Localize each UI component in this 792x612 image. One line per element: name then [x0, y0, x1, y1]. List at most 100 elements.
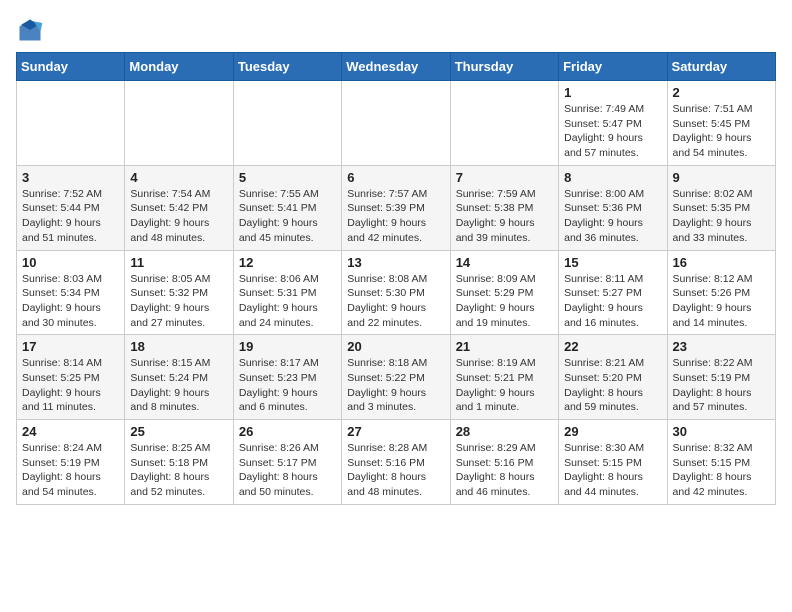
day-number: 19	[239, 339, 336, 354]
day-detail: Sunrise: 8:29 AMSunset: 5:16 PMDaylight:…	[456, 441, 553, 500]
day-number: 15	[564, 255, 661, 270]
day-detail: Sunrise: 8:09 AMSunset: 5:29 PMDaylight:…	[456, 272, 553, 331]
day-detail: Sunrise: 8:32 AMSunset: 5:15 PMDaylight:…	[673, 441, 770, 500]
calendar-cell: 16 Sunrise: 8:12 AMSunset: 5:26 PMDayligh…	[667, 250, 775, 335]
calendar-week-1: 1 Sunrise: 7:49 AMSunset: 5:47 PMDaylight…	[17, 81, 776, 166]
day-number: 27	[347, 424, 444, 439]
day-number: 7	[456, 170, 553, 185]
day-detail: Sunrise: 8:14 AMSunset: 5:25 PMDaylight:…	[22, 356, 119, 415]
calendar-week-3: 10 Sunrise: 8:03 AMSunset: 5:34 PMDayligh…	[17, 250, 776, 335]
day-number: 23	[673, 339, 770, 354]
calendar-cell: 11 Sunrise: 8:05 AMSunset: 5:32 PMDayligh…	[125, 250, 233, 335]
day-number: 9	[673, 170, 770, 185]
calendar-cell: 25 Sunrise: 8:25 AMSunset: 5:18 PMDayligh…	[125, 420, 233, 505]
day-detail: Sunrise: 7:49 AMSunset: 5:47 PMDaylight:…	[564, 102, 661, 161]
calendar-cell: 4Sunrise: 7:54 AMSunset: 5:42 PMDaylight…	[125, 165, 233, 250]
calendar-cell: 7 Sunrise: 7:59 AMSunset: 5:38 PMDaylight…	[450, 165, 558, 250]
day-number: 16	[673, 255, 770, 270]
calendar-cell: 30Sunrise: 8:32 AMSunset: 5:15 PMDayligh…	[667, 420, 775, 505]
day-number: 2	[673, 85, 770, 100]
day-number: 28	[456, 424, 553, 439]
day-number: 17	[22, 339, 119, 354]
day-number: 11	[130, 255, 227, 270]
calendar-cell: 10 Sunrise: 8:03 AMSunset: 5:34 PMDayligh…	[17, 250, 125, 335]
calendar-cell: 26 Sunrise: 8:26 AMSunset: 5:17 PMDayligh…	[233, 420, 341, 505]
day-detail: Sunrise: 7:52 AMSunset: 5:44 PMDaylight:…	[22, 187, 119, 246]
day-number: 25	[130, 424, 227, 439]
calendar-cell	[450, 81, 558, 166]
calendar-cell	[342, 81, 450, 166]
calendar-cell: 14 Sunrise: 8:09 AMSunset: 5:29 PMDayligh…	[450, 250, 558, 335]
calendar-cell: 18 Sunrise: 8:15 AMSunset: 5:24 PMDayligh…	[125, 335, 233, 420]
day-number: 29	[564, 424, 661, 439]
calendar-header-sunday: Sunday	[17, 53, 125, 81]
calendar-header-tuesday: Tuesday	[233, 53, 341, 81]
calendar-cell: 29 Sunrise: 8:30 AMSunset: 5:15 PMDayligh…	[559, 420, 667, 505]
day-detail: Sunrise: 8:24 AMSunset: 5:19 PMDaylight:…	[22, 441, 119, 500]
logo-icon	[16, 16, 44, 44]
day-detail: Sunrise: 8:02 AMSunset: 5:35 PMDaylight:…	[673, 187, 770, 246]
day-detail: Sunrise: 7:57 AMSunset: 5:39 PMDaylight:…	[347, 187, 444, 246]
day-number: 10	[22, 255, 119, 270]
day-number: 26	[239, 424, 336, 439]
day-detail: Sunrise: 8:22 AMSunset: 5:19 PMDaylight:…	[673, 356, 770, 415]
day-detail: Sunrise: 8:11 AMSunset: 5:27 PMDaylight:…	[564, 272, 661, 331]
calendar-week-5: 24 Sunrise: 8:24 AMSunset: 5:19 PMDayligh…	[17, 420, 776, 505]
calendar-cell: 19 Sunrise: 8:17 AMSunset: 5:23 PMDayligh…	[233, 335, 341, 420]
page-header	[16, 16, 776, 44]
calendar-cell: 20Sunrise: 8:18 AMSunset: 5:22 PMDayligh…	[342, 335, 450, 420]
day-number: 5	[239, 170, 336, 185]
calendar-cell: 2 Sunrise: 7:51 AMSunset: 5:45 PMDaylight…	[667, 81, 775, 166]
calendar-cell: 12 Sunrise: 8:06 AMSunset: 5:31 PMDayligh…	[233, 250, 341, 335]
day-detail: Sunrise: 8:28 AMSunset: 5:16 PMDaylight:…	[347, 441, 444, 500]
calendar-header-row: SundayMondayTuesdayWednesdayThursdayFrid…	[17, 53, 776, 81]
calendar-week-2: 3 Sunrise: 7:52 AMSunset: 5:44 PMDaylight…	[17, 165, 776, 250]
day-detail: Sunrise: 8:03 AMSunset: 5:34 PMDaylight:…	[22, 272, 119, 331]
day-detail: Sunrise: 7:59 AMSunset: 5:38 PMDaylight:…	[456, 187, 553, 246]
day-detail: Sunrise: 8:21 AMSunset: 5:20 PMDaylight:…	[564, 356, 661, 415]
calendar-table: SundayMondayTuesdayWednesdayThursdayFrid…	[16, 52, 776, 505]
day-number: 8	[564, 170, 661, 185]
day-detail: Sunrise: 8:05 AMSunset: 5:32 PMDaylight:…	[130, 272, 227, 331]
calendar-header-wednesday: Wednesday	[342, 53, 450, 81]
day-detail: Sunrise: 8:18 AMSunset: 5:22 PMDaylight:…	[347, 356, 444, 415]
calendar-cell	[233, 81, 341, 166]
day-number: 24	[22, 424, 119, 439]
day-detail: Sunrise: 7:55 AMSunset: 5:41 PMDaylight:…	[239, 187, 336, 246]
calendar-header-saturday: Saturday	[667, 53, 775, 81]
calendar-cell: 13 Sunrise: 8:08 AMSunset: 5:30 PMDayligh…	[342, 250, 450, 335]
day-number: 12	[239, 255, 336, 270]
day-detail: Sunrise: 7:54 AMSunset: 5:42 PMDaylight:…	[130, 187, 227, 246]
calendar-cell: 6 Sunrise: 7:57 AMSunset: 5:39 PMDaylight…	[342, 165, 450, 250]
calendar-cell: 22 Sunrise: 8:21 AMSunset: 5:20 PMDayligh…	[559, 335, 667, 420]
day-detail: Sunrise: 8:19 AMSunset: 5:21 PMDaylight:…	[456, 356, 553, 415]
calendar-cell: 23 Sunrise: 8:22 AMSunset: 5:19 PMDayligh…	[667, 335, 775, 420]
calendar-cell: 21 Sunrise: 8:19 AMSunset: 5:21 PMDayligh…	[450, 335, 558, 420]
day-detail: Sunrise: 7:51 AMSunset: 5:45 PMDaylight:…	[673, 102, 770, 161]
day-detail: Sunrise: 8:30 AMSunset: 5:15 PMDaylight:…	[564, 441, 661, 500]
day-detail: Sunrise: 8:15 AMSunset: 5:24 PMDaylight:…	[130, 356, 227, 415]
day-detail: Sunrise: 8:26 AMSunset: 5:17 PMDaylight:…	[239, 441, 336, 500]
calendar-header-thursday: Thursday	[450, 53, 558, 81]
day-number: 6	[347, 170, 444, 185]
day-detail: Sunrise: 8:25 AMSunset: 5:18 PMDaylight:…	[130, 441, 227, 500]
calendar-cell: 1 Sunrise: 7:49 AMSunset: 5:47 PMDaylight…	[559, 81, 667, 166]
day-number: 14	[456, 255, 553, 270]
day-number: 3	[22, 170, 119, 185]
calendar-week-4: 17 Sunrise: 8:14 AMSunset: 5:25 PMDayligh…	[17, 335, 776, 420]
calendar-cell: 8Sunrise: 8:00 AMSunset: 5:36 PMDaylight…	[559, 165, 667, 250]
calendar-cell	[17, 81, 125, 166]
day-detail: Sunrise: 8:17 AMSunset: 5:23 PMDaylight:…	[239, 356, 336, 415]
day-number: 1	[564, 85, 661, 100]
day-number: 21	[456, 339, 553, 354]
day-number: 13	[347, 255, 444, 270]
day-number: 18	[130, 339, 227, 354]
day-detail: Sunrise: 8:08 AMSunset: 5:30 PMDaylight:…	[347, 272, 444, 331]
calendar-cell	[125, 81, 233, 166]
calendar-header-monday: Monday	[125, 53, 233, 81]
day-detail: Sunrise: 8:12 AMSunset: 5:26 PMDaylight:…	[673, 272, 770, 331]
calendar-cell: 27 Sunrise: 8:28 AMSunset: 5:16 PMDayligh…	[342, 420, 450, 505]
calendar-cell: 15 Sunrise: 8:11 AMSunset: 5:27 PMDayligh…	[559, 250, 667, 335]
day-detail: Sunrise: 8:06 AMSunset: 5:31 PMDaylight:…	[239, 272, 336, 331]
day-number: 22	[564, 339, 661, 354]
